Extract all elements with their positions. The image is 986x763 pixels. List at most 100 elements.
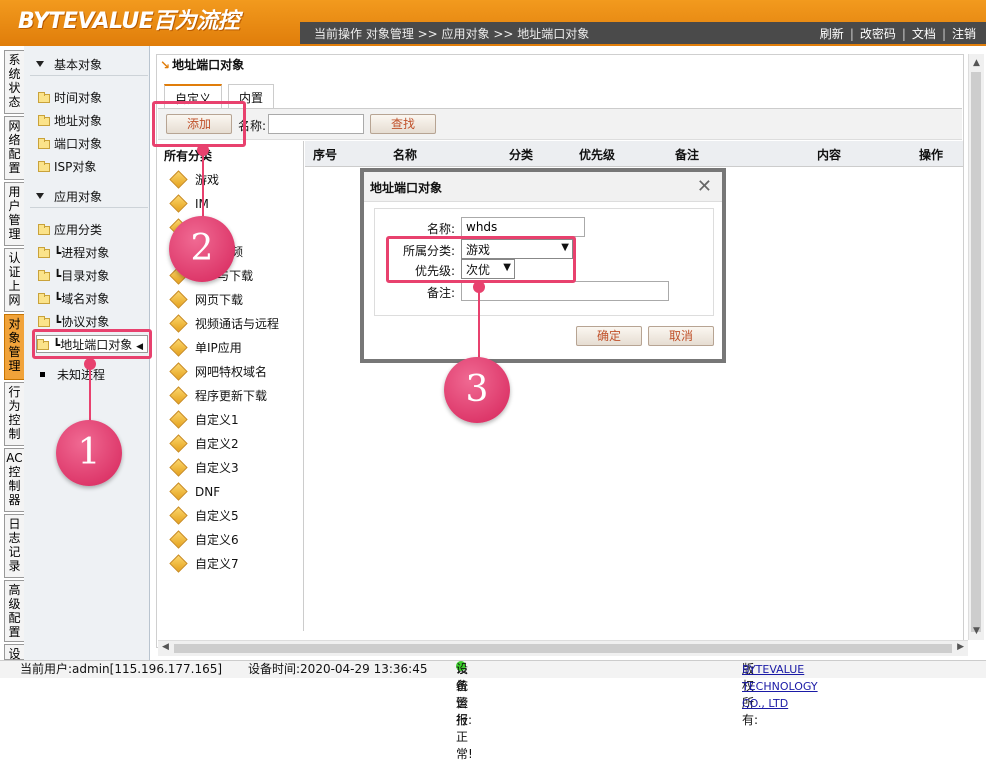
- folder-icon: [38, 270, 50, 281]
- breadcrumb: 当前操作 对象管理 >> 应用对象 >> 地址端口对象: [314, 27, 590, 41]
- category-item[interactable]: DNF: [168, 481, 220, 503]
- category-item[interactable]: 网吧特权域名: [168, 361, 267, 383]
- category-icon: [169, 530, 188, 549]
- folder-icon: [38, 316, 50, 327]
- tree-item-port[interactable]: 端口对象: [38, 135, 102, 153]
- tree-item-unknown-process[interactable]: 未知进程: [38, 366, 105, 384]
- vertical-scrollbar[interactable]: ▲ ▼: [968, 54, 984, 640]
- category-icon: [169, 482, 188, 501]
- tree-item-directory[interactable]: ┗目录对象: [38, 267, 109, 285]
- category-icon: [169, 314, 188, 333]
- category-item[interactable]: 游戏: [168, 169, 219, 191]
- folder-icon: [38, 138, 50, 149]
- search-button[interactable]: 查找: [370, 114, 436, 134]
- tree-item-domain[interactable]: ┗域名对象: [38, 290, 109, 308]
- vtab-advanced[interactable]: 高级配置: [4, 580, 24, 642]
- dialog-title: 地址端口对象: [364, 172, 722, 202]
- tree-item-process[interactable]: ┗进程对象: [38, 244, 109, 262]
- name-label: 名称:: [426, 222, 455, 236]
- close-icon[interactable]: ✕: [697, 176, 712, 197]
- company-link[interactable]: BYTEVALUE TECHNOLOGY CO., LTD: [742, 661, 818, 712]
- tree-item-app-category[interactable]: 应用分类: [38, 221, 102, 239]
- category-item[interactable]: 单IP应用: [168, 337, 242, 359]
- column-header: 优先级: [579, 148, 616, 162]
- vtab-object-management[interactable]: 对象管理: [4, 314, 24, 380]
- scroll-thumb[interactable]: [971, 72, 981, 632]
- category-icon: [169, 194, 188, 213]
- ok-button[interactable]: 确定: [576, 326, 642, 346]
- highlight-box-1: [32, 329, 152, 359]
- folder-icon: [38, 92, 50, 103]
- status-bar: 当前用户:admin[115.196.177.165] 设备时间:2020-04…: [0, 660, 986, 761]
- vtab-behavior-control[interactable]: 行为控制: [4, 382, 24, 446]
- search-name-input[interactable]: [268, 114, 364, 134]
- folder-icon: [38, 293, 50, 304]
- category-item[interactable]: 自定义1: [168, 409, 239, 431]
- category-icon: [169, 434, 188, 453]
- annotation-line: [478, 287, 480, 359]
- folder-icon: [38, 161, 50, 172]
- annotation-line: [202, 150, 204, 220]
- scroll-left-icon[interactable]: ◀: [162, 642, 169, 652]
- category-item[interactable]: 网页下载: [168, 289, 243, 311]
- name-input[interactable]: whds: [461, 217, 585, 237]
- category-panel: 所有分类 游戏 IM 网页 网页视频 P2P与下载 网页下载 视频通话与远程 单…: [158, 141, 304, 631]
- category-item[interactable]: 自定义2: [168, 433, 239, 455]
- vtab-network-config[interactable]: 网络配置: [4, 116, 24, 180]
- table-header: 序号 名称 分类 优先级 备注 内容 操作: [305, 141, 963, 167]
- vtab-logs[interactable]: 日志记录: [4, 514, 24, 578]
- category-icon: [169, 290, 188, 309]
- tree-item-address[interactable]: 地址对象: [38, 112, 102, 130]
- breadcrumb-bar: 当前操作 对象管理 >> 应用对象 >> 地址端口对象 刷新 | 改密码 | 文档 | 注销: [300, 22, 986, 44]
- divider: |: [901, 27, 906, 41]
- note-input[interactable]: [461, 281, 669, 301]
- vtab-auth[interactable]: 认证上网: [4, 248, 24, 312]
- scroll-right-icon[interactable]: ▶: [957, 642, 964, 652]
- annotation-circle-1: 1: [56, 420, 122, 486]
- vtab-user-management[interactable]: 用户管理: [4, 182, 24, 246]
- column-header: 内容: [817, 148, 842, 162]
- category-item[interactable]: 程序更新下载: [168, 385, 267, 407]
- note-label: 备注:: [426, 286, 455, 300]
- top-links: 刷新 | 改密码 | 文档 | 注销: [820, 25, 976, 42]
- tree-item-isp[interactable]: ISP对象: [38, 158, 96, 176]
- scroll-up-icon[interactable]: ▲: [973, 58, 980, 68]
- highlight-box-3: [386, 236, 576, 283]
- vtab-system-status[interactable]: 系统状态: [4, 50, 24, 114]
- collapse-icon: [36, 193, 44, 199]
- hscroll-thumb[interactable]: [174, 644, 952, 653]
- tree-item-time[interactable]: 时间对象: [38, 89, 102, 107]
- category-icon: [169, 386, 188, 405]
- folder-icon: [38, 247, 50, 258]
- device-time: 设备时间:2020-04-29 13:36:45: [248, 662, 428, 676]
- annotation-line: [89, 364, 91, 424]
- vtab-settings[interactable]: 设: [4, 644, 24, 661]
- logout-link[interactable]: 注销: [952, 27, 976, 41]
- folder-icon: [38, 224, 50, 235]
- category-icon: [169, 338, 188, 357]
- vtab-ac-controller[interactable]: AC控制器: [4, 448, 24, 512]
- category-item[interactable]: 自定义5: [168, 505, 239, 527]
- category-item[interactable]: 自定义7: [168, 553, 239, 575]
- current-user: 当前用户:admin[115.196.177.165]: [20, 662, 223, 676]
- change-password-link[interactable]: 改密码: [860, 27, 896, 41]
- category-item[interactable]: 自定义3: [168, 457, 239, 479]
- scroll-down-icon[interactable]: ▼: [973, 626, 980, 636]
- category-item[interactable]: 自定义6: [168, 529, 239, 551]
- page-title: ↘ 地址端口对象: [160, 58, 245, 72]
- group-app-objects[interactable]: 应用对象: [30, 186, 148, 208]
- header-bar: BYTEVALUE百为流控 当前操作 对象管理 >> 应用对象 >> 地址端口对…: [0, 0, 986, 46]
- category-icon: [169, 362, 188, 381]
- category-item[interactable]: 视频通话与远程: [168, 313, 279, 335]
- group-basic-objects[interactable]: 基本对象: [30, 54, 148, 76]
- refresh-link[interactable]: 刷新: [820, 27, 844, 41]
- column-header: 操作: [919, 148, 944, 162]
- cancel-button[interactable]: 取消: [648, 326, 714, 346]
- column-header: 名称: [393, 148, 418, 162]
- docs-link[interactable]: 文档: [912, 27, 936, 41]
- divider: |: [941, 27, 946, 41]
- collapse-icon: [36, 61, 44, 67]
- category-icon: [169, 170, 188, 189]
- horizontal-scrollbar[interactable]: ◀ ▶: [158, 640, 968, 656]
- logo: BYTEVALUE百为流控: [18, 9, 240, 34]
